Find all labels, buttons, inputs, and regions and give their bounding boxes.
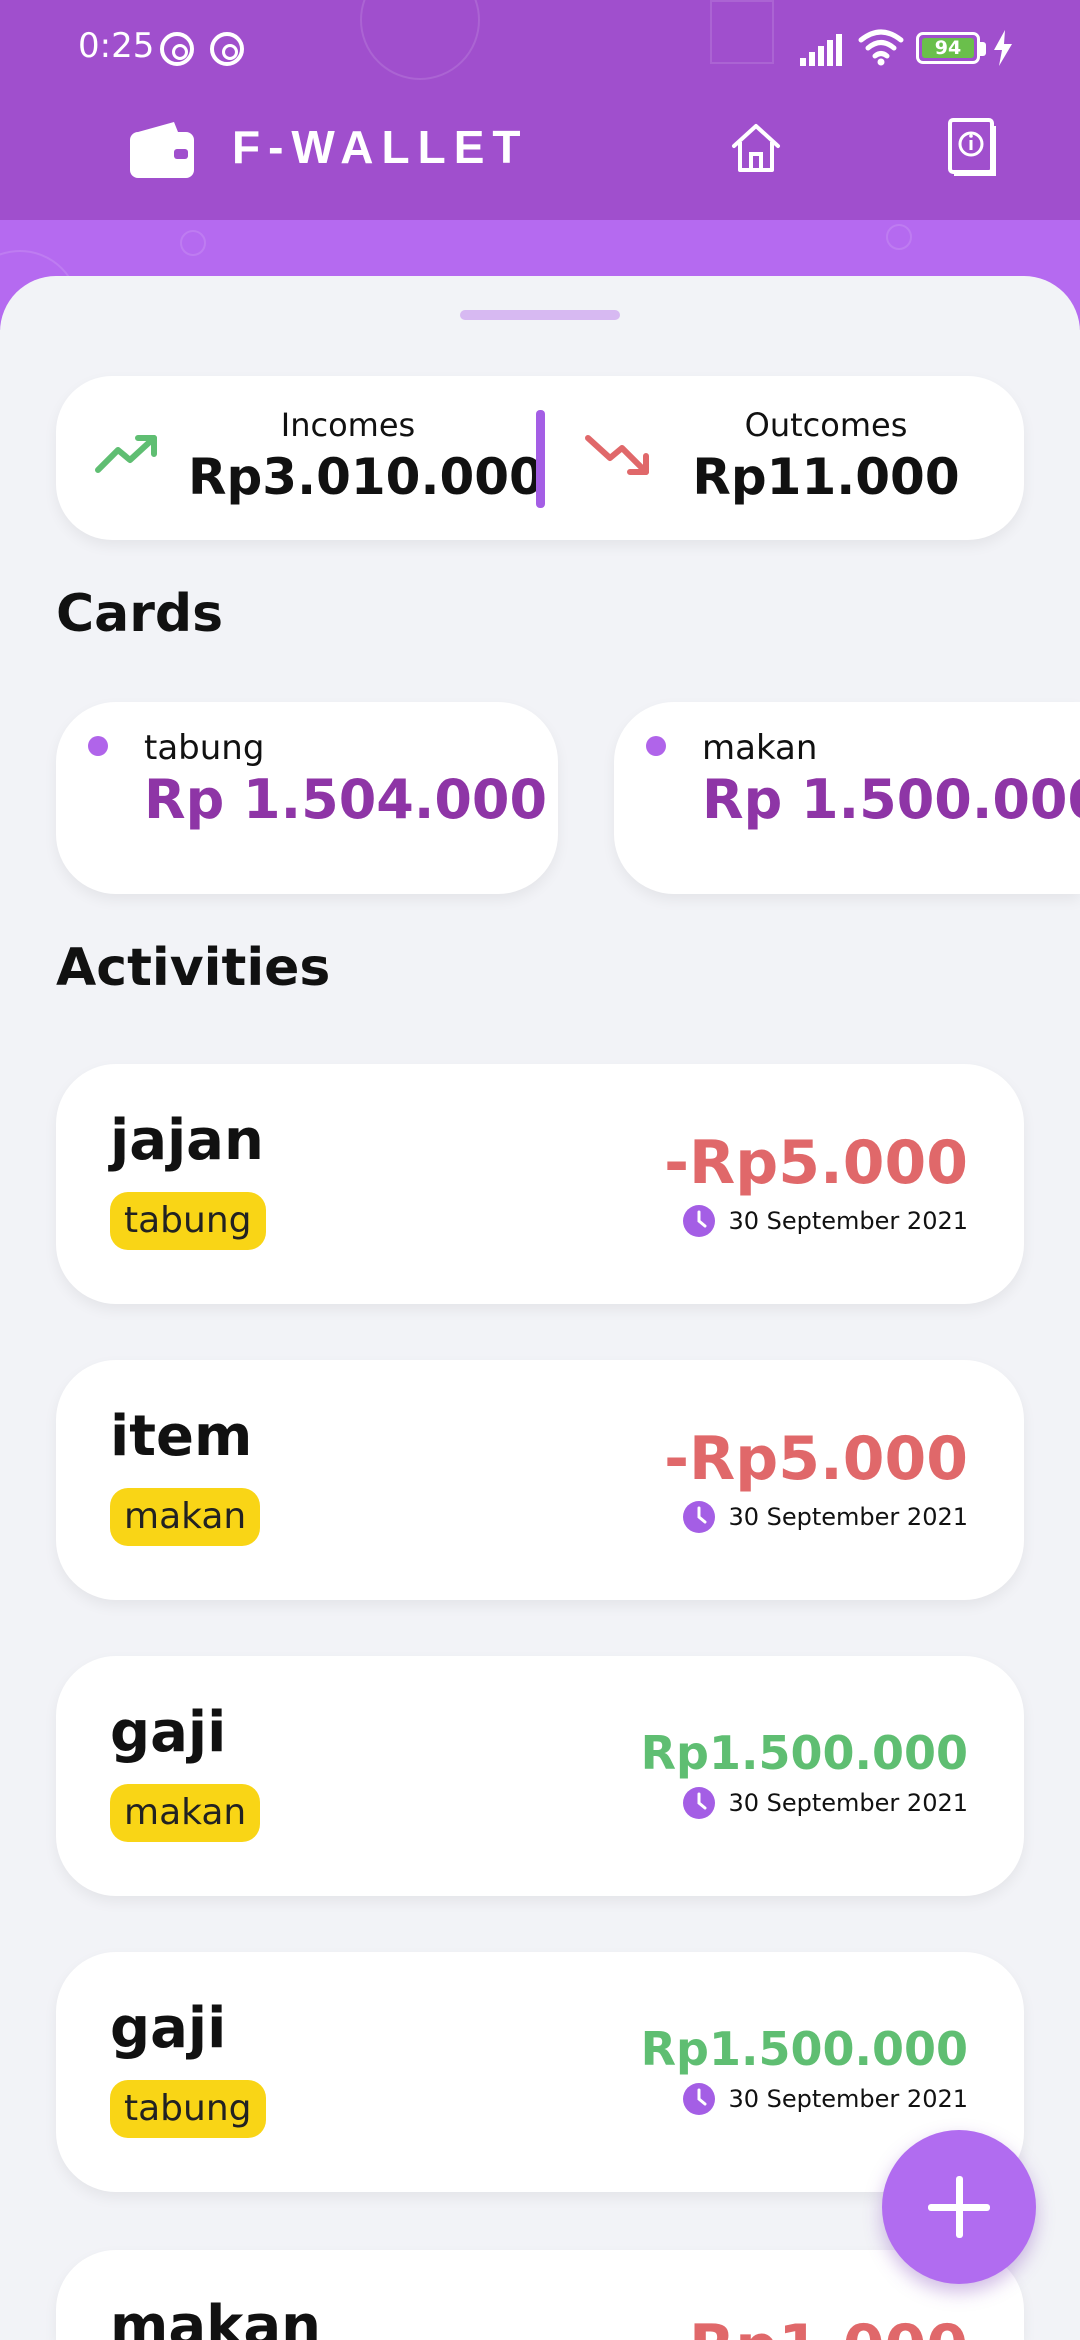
outcomes-block: Outcomes Rp11.000 (676, 406, 976, 506)
activity-title: gaji (110, 1700, 227, 1765)
activity-title: gaji (110, 1996, 227, 2061)
activity-title: jajan (110, 1108, 264, 1173)
activity-date-row: 30 September 2021 (682, 2082, 968, 2116)
incomes-block: Incomes Rp3.010.000 (188, 406, 544, 506)
card-item[interactable]: tabung Rp 1.504.000 (56, 702, 558, 894)
wallet-icon (130, 122, 194, 178)
app-bar: F-WALLET (0, 110, 1080, 220)
outcomes-value: Rp11.000 (692, 448, 960, 506)
clock-icon (683, 2083, 716, 2115)
activity-tag: tabung (110, 2080, 266, 2138)
incomes-value: Rp3.010.000 (188, 448, 544, 506)
clock-icon (683, 1205, 716, 1237)
activity-date: 30 September 2021 (728, 1503, 968, 1531)
activity-date: 30 September 2021 (728, 1207, 968, 1235)
charging-icon (994, 30, 1012, 66)
battery-percent: 94 (934, 37, 962, 59)
signal-icon (800, 32, 844, 66)
outcomes-label: Outcomes (744, 406, 908, 444)
incomes-label: Incomes (280, 406, 416, 444)
activity-item[interactable]: jajan tabung -Rp5.000 30 September 2021 (56, 1064, 1024, 1304)
wifi-icon (858, 29, 904, 66)
card-item[interactable]: makan Rp 1.500.000 (614, 702, 1080, 894)
activity-item[interactable]: makan -Rp1.000 (56, 2250, 1024, 2340)
app-title: F-WALLET (232, 121, 529, 173)
activities-heading: Activities (56, 938, 331, 998)
activity-date-row: 30 September 2021 (682, 1786, 968, 1820)
card-amount: Rp 1.504.000 (144, 768, 548, 831)
summary-divider (536, 410, 545, 508)
activity-amount: -Rp5.000 (664, 1424, 968, 1494)
activity-date-row: 30 September 2021 (682, 1204, 968, 1238)
cards-heading: Cards (56, 584, 224, 644)
activity-amount: Rp1.500.000 (640, 1726, 968, 1780)
trending-up-icon (95, 435, 157, 473)
status-time: 0:25 (78, 26, 155, 66)
card-name: makan (702, 728, 818, 768)
activity-amount: Rp1.500.000 (640, 2022, 968, 2076)
battery-cap (980, 42, 986, 56)
activity-amount: -Rp1.000 (664, 2312, 968, 2340)
activity-tag: makan (110, 1488, 261, 1546)
activity-amount: -Rp5.000 (664, 1128, 968, 1198)
activity-title: makan (110, 2294, 322, 2340)
card-dot (88, 736, 108, 756)
info-book-icon[interactable] (946, 116, 1000, 180)
card-amount: Rp 1.500.000 (702, 768, 1080, 831)
activity-title: item (110, 1404, 253, 1469)
activity-item[interactable]: item makan -Rp5.000 30 September 2021 (56, 1360, 1024, 1600)
at-sign-icon (160, 32, 194, 66)
home-icon[interactable] (726, 118, 786, 178)
activity-date-row: 30 September 2021 (682, 1500, 968, 1534)
clock-icon (683, 1787, 716, 1819)
card-name: tabung (144, 728, 265, 768)
clock-icon (683, 1501, 716, 1533)
trending-down-icon (585, 435, 649, 475)
activity-date: 30 September 2021 (728, 1789, 968, 1817)
activity-item[interactable]: gaji tabung Rp1.500.000 30 September 202… (56, 1952, 1024, 2192)
battery-icon: 94 (916, 32, 980, 64)
decor-circle (886, 224, 912, 250)
decor-circle (180, 230, 206, 256)
activity-tag: tabung (110, 1192, 266, 1250)
activity-item[interactable]: gaji makan Rp1.500.000 30 September 2021 (56, 1656, 1024, 1896)
status-bar: 0:25 94 (0, 0, 1080, 100)
summary-card: Incomes Rp3.010.000 Outcomes Rp11.000 (56, 376, 1024, 540)
activity-date: 30 September 2021 (728, 2085, 968, 2113)
activity-tag: makan (110, 1784, 261, 1842)
at-sign-icon (210, 32, 244, 66)
card-dot (646, 736, 666, 756)
add-button[interactable] (882, 2130, 1036, 2284)
sheet-handle[interactable] (460, 310, 620, 320)
